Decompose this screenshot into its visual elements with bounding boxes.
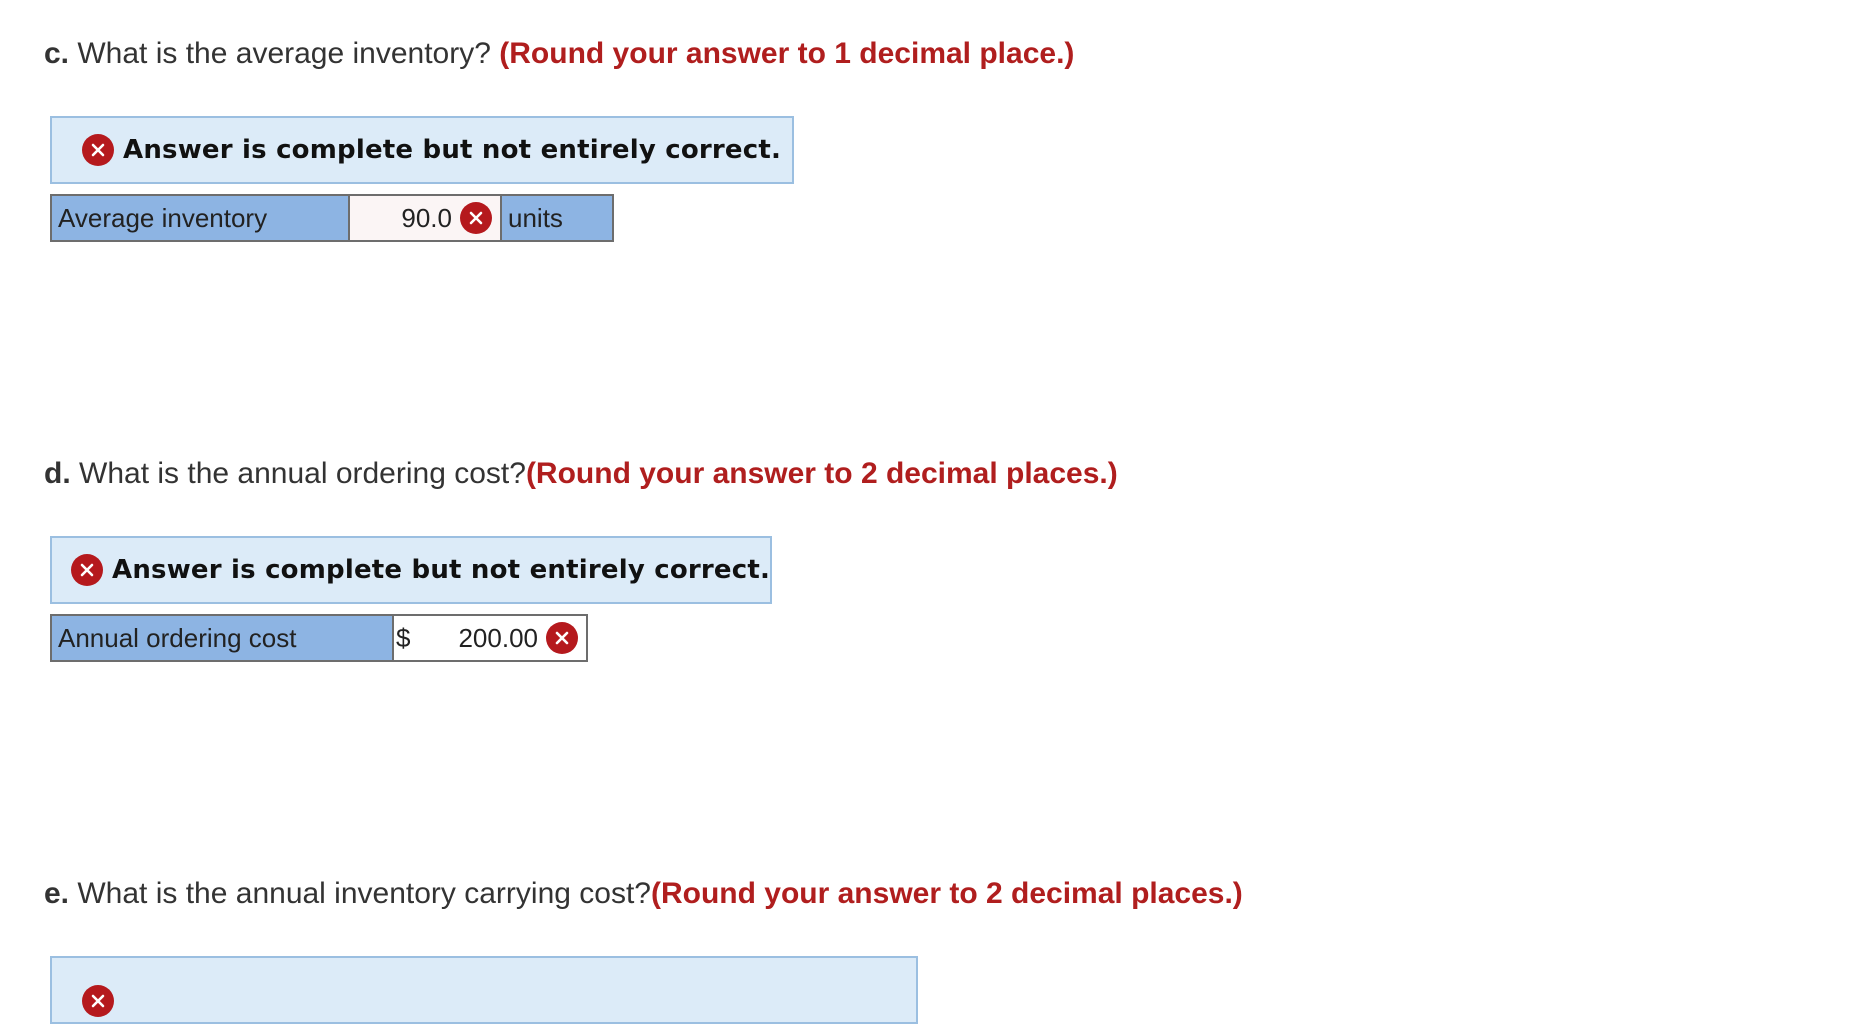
answer-input-average-inventory[interactable]: 90.0	[350, 196, 500, 240]
rounding-hint: (Round your answer to 1 decimal place.)	[499, 37, 1075, 70]
rounding-hint: (Round your answer to 2 decimal places.)	[525, 457, 1118, 490]
banner-message: Answer is complete but not entirely corr…	[123, 135, 782, 165]
question-letter: d.	[44, 457, 71, 490]
answer-label: Annual ordering cost	[52, 616, 394, 660]
x-circle-icon	[546, 622, 578, 654]
question-text: What is the average inventory?	[69, 37, 500, 70]
answer-value: 90.0	[401, 202, 452, 233]
x-circle-icon	[82, 985, 114, 1017]
feedback-banner-c: Answer is complete but not entirely corr…	[50, 116, 794, 184]
x-circle-icon	[71, 554, 103, 586]
feedback-banner-d: Answer is complete but not entirely corr…	[50, 536, 772, 604]
question-e: e. What is the annual inventory carrying…	[44, 876, 1243, 912]
answer-row-average-inventory: Average inventory 90.0 units	[50, 194, 614, 242]
rounding-hint: (Round your answer to 2 decimal places.)	[650, 877, 1243, 910]
x-circle-icon	[460, 202, 492, 234]
question-letter: e.	[44, 877, 70, 910]
question-text: What is the annual inventory carrying co…	[69, 877, 651, 910]
feedback-banner-e-partial	[50, 956, 918, 1024]
question-text: What is the annual ordering cost?	[70, 457, 526, 490]
answer-row-annual-ordering-cost: Annual ordering cost $ 200.00	[50, 614, 588, 662]
banner-message: Answer is complete but not entirely corr…	[112, 555, 771, 585]
answer-value: 200.00	[458, 622, 538, 653]
answer-input-annual-ordering-cost[interactable]: $ 200.00	[394, 616, 586, 660]
answer-units: units	[500, 196, 612, 240]
question-d: d. What is the annual ordering cost?(Rou…	[44, 456, 1118, 492]
currency-symbol: $	[396, 622, 411, 653]
question-letter: c.	[44, 37, 70, 70]
x-circle-icon	[82, 134, 114, 166]
answer-label: Average inventory	[52, 196, 350, 240]
question-c: c. What is the average inventory? (Round…	[44, 36, 1074, 72]
